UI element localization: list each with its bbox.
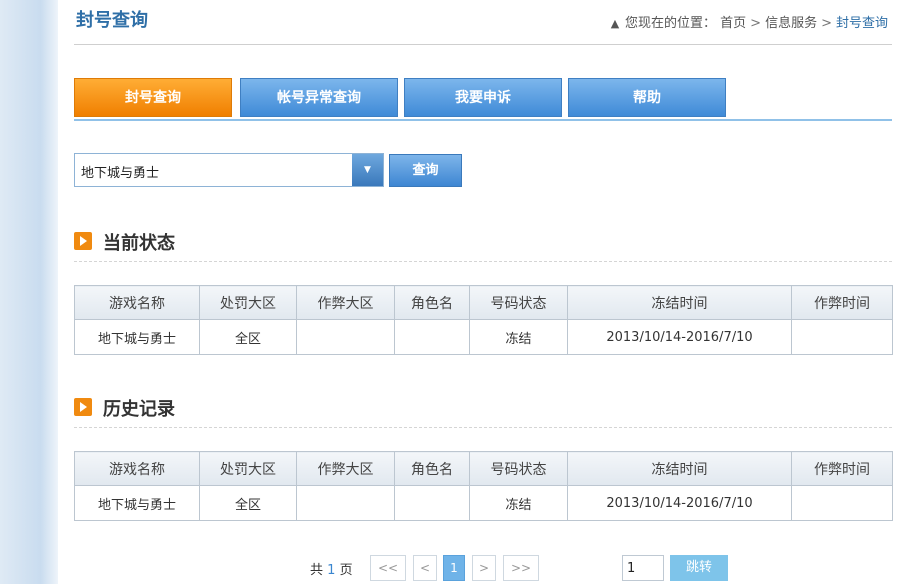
table-cell: 冻结: [469, 485, 568, 521]
column-header: 游戏名称: [74, 451, 200, 486]
column-header: 角色名: [394, 451, 470, 486]
table-cell: [394, 485, 470, 521]
history-header: 历史记录: [74, 387, 892, 428]
play-icon: [74, 232, 92, 250]
history-table: 游戏名称 处罚大区 作弊大区 角色名 号码状态 冻结时间 作弊时间 地下城与勇士…: [74, 451, 893, 521]
table-cell: [791, 485, 893, 521]
breadcrumb-home-link[interactable]: 首页: [720, 16, 746, 31]
current-page-button[interactable]: 1: [443, 555, 465, 581]
table-cell: [791, 319, 893, 355]
table-cell: 地下城与勇士: [74, 485, 200, 521]
pagination: 共 1 页 << < 1 > >> 跳转: [310, 553, 728, 583]
left-side-strip: [0, 0, 58, 584]
total-suffix: 页: [339, 563, 353, 578]
column-header: 冻结时间: [567, 451, 792, 486]
tab-account-abnormal-query[interactable]: 帐号异常查询: [240, 78, 398, 117]
table-cell: 2013/10/14-2016/7/10: [567, 485, 792, 521]
main-content: 封号查询 ▲ 您现在的位置： 首页 > 信息服务 > 封号查询 封号查询 帐号异常查询 我…: [74, 0, 893, 584]
section-title: 历史记录: [103, 399, 175, 420]
column-header: 作弊时间: [791, 451, 893, 486]
page-title: 封号查询: [76, 10, 148, 31]
chevron-down-icon[interactable]: ▼: [352, 154, 383, 186]
breadcrumb-prefix: 您现在的位置：: [624, 16, 716, 31]
table-cell: [296, 485, 395, 521]
page-header: 封号查询 ▲ 您现在的位置： 首页 > 信息服务 > 封号查询: [74, 0, 892, 45]
home-icon: ▲: [610, 17, 620, 30]
table-cell: 地下城与勇士: [74, 319, 200, 355]
table-header-row: 游戏名称 处罚大区 作弊大区 角色名 号码状态 冻结时间 作弊时间: [74, 451, 893, 486]
column-header: 作弊大区: [296, 451, 395, 486]
total-prefix: 共: [310, 563, 324, 578]
breadcrumb-separator: >: [750, 16, 762, 31]
query-button[interactable]: 查询: [389, 154, 462, 187]
go-button[interactable]: 跳转: [670, 555, 728, 581]
table-row: 地下城与勇士 全区 冻结 2013/10/14-2016/7/10: [74, 319, 893, 355]
column-header: 作弊大区: [296, 285, 395, 320]
game-select[interactable]: 地下城与勇士 ▼: [74, 153, 384, 187]
column-header: 冻结时间: [567, 285, 792, 320]
breadcrumb: ▲ 您现在的位置： 首页 > 信息服务 > 封号查询: [609, 12, 888, 31]
table-cell: 2013/10/14-2016/7/10: [567, 319, 792, 355]
current-status-header: 当前状态: [74, 221, 892, 262]
page-number-input[interactable]: [622, 555, 664, 581]
table-cell: 冻结: [469, 319, 568, 355]
section-title: 当前状态: [103, 233, 175, 254]
tab-bar: 封号查询 帐号异常查询 我要申诉 帮助: [74, 78, 892, 121]
table-cell: [296, 319, 395, 355]
column-header: 作弊时间: [791, 285, 893, 320]
column-header: 角色名: [394, 285, 470, 320]
last-page-button[interactable]: >>: [503, 555, 539, 581]
next-page-button[interactable]: >: [472, 555, 496, 581]
first-page-button[interactable]: <<: [370, 555, 406, 581]
breadcrumb-info-link[interactable]: 信息服务: [765, 16, 817, 31]
table-cell: [394, 319, 470, 355]
table-row: 地下城与勇士 全区 冻结 2013/10/14-2016/7/10: [74, 485, 893, 521]
column-header: 处罚大区: [199, 451, 297, 486]
table-cell: 全区: [199, 319, 297, 355]
breadcrumb-separator: >: [821, 16, 832, 31]
column-header: 游戏名称: [74, 285, 200, 320]
current-status-table: 游戏名称 处罚大区 作弊大区 角色名 号码状态 冻结时间 作弊时间 地下城与勇士…: [74, 285, 893, 355]
tab-appeal[interactable]: 我要申诉: [404, 78, 562, 117]
tab-ban-query[interactable]: 封号查询: [74, 78, 232, 117]
column-header: 号码状态: [469, 451, 568, 486]
column-header: 处罚大区: [199, 285, 297, 320]
total-pages: 1: [327, 563, 336, 578]
search-row: 地下城与勇士 ▼ 查询: [74, 153, 892, 189]
tab-help[interactable]: 帮助: [568, 78, 726, 117]
play-icon: [74, 398, 92, 416]
column-header: 号码状态: [469, 285, 568, 320]
breadcrumb-current: 封号查询: [835, 16, 888, 31]
pagination-total: 共 1 页: [310, 559, 353, 578]
game-select-value: 地下城与勇士: [81, 166, 160, 181]
table-header-row: 游戏名称 处罚大区 作弊大区 角色名 号码状态 冻结时间 作弊时间: [74, 285, 893, 320]
prev-page-button[interactable]: <: [413, 555, 437, 581]
table-cell: 全区: [199, 485, 297, 521]
